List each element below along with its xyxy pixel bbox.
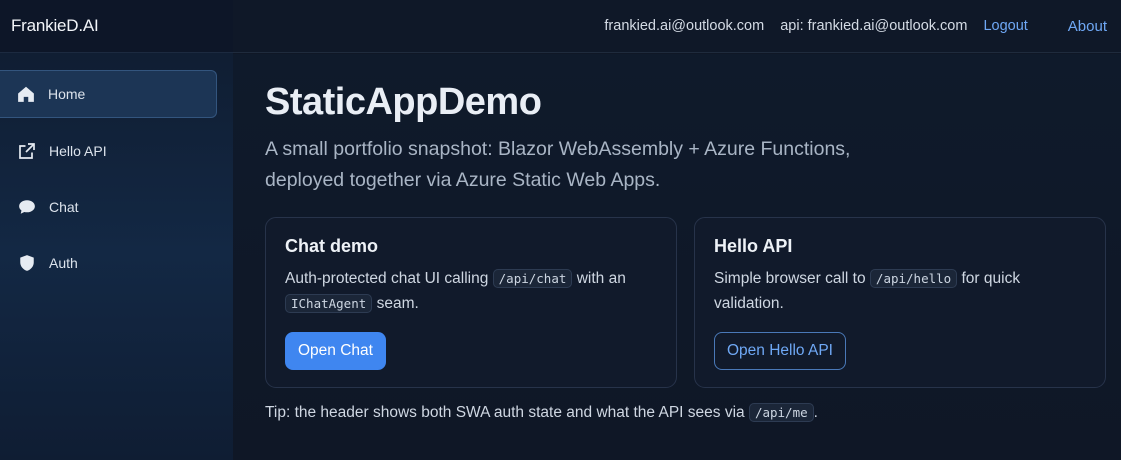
code-snippet: /api/me [748, 403, 814, 422]
sidebar-item-hello-api[interactable]: Hello API [0, 127, 217, 174]
brand-logo-link[interactable]: FrankieD.AI [11, 16, 99, 36]
sidebar-nav: Home Hello API Chat Auth [0, 53, 233, 286]
sidebar-item-home[interactable]: Home [0, 70, 217, 118]
sidebar-item-label: Auth [49, 254, 78, 271]
top-bar: frankied.ai@outlook.com api: frankied.ai… [233, 0, 1121, 53]
card-text: Auth-protected chat UI calling [285, 270, 489, 287]
card-text: seam. [376, 295, 419, 312]
open-chat-button[interactable]: Open Chat [285, 332, 386, 370]
brand-bar: FrankieD.AI [0, 0, 233, 53]
chat-demo-card: Chat demo Auth-protected chat UI calling… [265, 217, 677, 388]
logout-link[interactable]: Logout [983, 18, 1027, 34]
sidebar-item-label: Chat [49, 198, 79, 215]
card-text: with an [576, 270, 626, 287]
chat-bubble-icon [17, 197, 37, 217]
card-text: Simple browser call to [714, 270, 866, 287]
home-icon [16, 84, 36, 104]
api-identity: api: frankied.ai@outlook.com [780, 18, 968, 34]
code-snippet: /api/hello [869, 269, 958, 288]
external-link-icon [17, 141, 37, 161]
hello-api-card: Hello API Simple browser call to /api/he… [694, 217, 1106, 388]
tip-period: . [813, 404, 818, 421]
sidebar-item-label: Hello API [49, 142, 107, 159]
sidebar-item-label: Home [48, 86, 86, 102]
tip-text: Tip: the header shows both SWA auth stat… [265, 403, 818, 422]
tip-label: Tip: the header shows both SWA auth stat… [265, 404, 745, 421]
card-row: Chat demo Auth-protected chat UI calling… [265, 217, 1121, 388]
card-title: Hello API [714, 236, 793, 256]
sidebar-item-chat[interactable]: Chat [0, 183, 217, 230]
sidebar-item-auth[interactable]: Auth [0, 239, 217, 286]
about-link[interactable]: About [1068, 18, 1107, 35]
page-title: StaticAppDemo [265, 81, 542, 123]
open-hello-api-button[interactable]: Open Hello API [714, 332, 846, 370]
card-description: Auth-protected chat UI calling /api/chat… [285, 266, 658, 316]
main-content: StaticAppDemo A small portfolio snapshot… [233, 54, 1121, 460]
sidebar: FrankieD.AI Home Hello API Chat Auth [0, 0, 233, 460]
card-title: Chat demo [285, 236, 379, 256]
code-snippet: IChatAgent [285, 294, 373, 313]
page-lead: A small portfolio snapshot: Blazor WebAs… [265, 138, 851, 191]
user-email: frankied.ai@outlook.com [604, 18, 765, 34]
shield-icon [17, 253, 37, 273]
card-description: Simple browser call to /api/hello for qu… [714, 266, 1087, 316]
code-snippet: /api/chat [492, 269, 573, 288]
